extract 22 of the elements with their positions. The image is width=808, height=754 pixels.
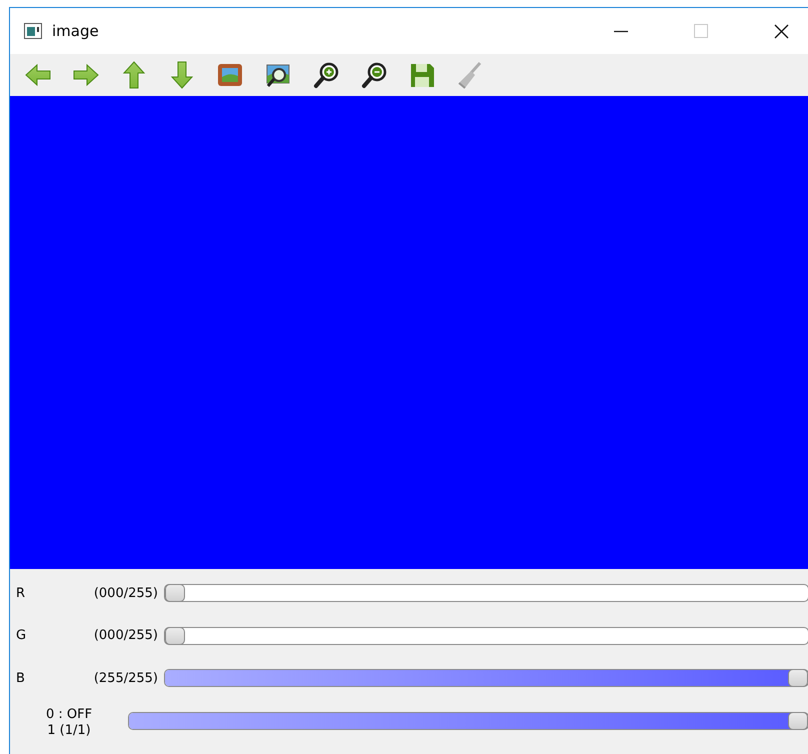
channel-label: R bbox=[15, 586, 26, 601]
switch-label: 0 : OFF bbox=[46, 706, 92, 723]
right-arrow-icon[interactable] bbox=[72, 61, 100, 89]
close-icon[interactable] bbox=[774, 24, 788, 38]
up-arrow-icon[interactable] bbox=[120, 61, 148, 89]
channel-label: B bbox=[15, 670, 26, 686]
channel-label: G bbox=[15, 628, 28, 644]
switch-reading: 1 (1/1) bbox=[47, 722, 91, 739]
slider-thumb[interactable] bbox=[165, 584, 185, 602]
slider-thumb[interactable] bbox=[788, 669, 808, 688]
window-title: image bbox=[52, 22, 99, 40]
value-reading: (255/255) bbox=[92, 670, 158, 686]
value-reading: (000/255) bbox=[92, 586, 158, 601]
picture-icon[interactable] bbox=[216, 61, 244, 89]
value-reading: (000/255) bbox=[92, 628, 158, 644]
zoom-out-icon[interactable] bbox=[360, 61, 388, 89]
slider-thumb[interactable] bbox=[788, 712, 808, 730]
zoom-in-icon[interactable] bbox=[312, 61, 340, 89]
down-arrow-icon[interactable] bbox=[168, 61, 196, 89]
slider-thumb[interactable] bbox=[165, 626, 185, 645]
app-icon bbox=[24, 23, 42, 39]
left-arrow-icon[interactable] bbox=[24, 61, 52, 89]
